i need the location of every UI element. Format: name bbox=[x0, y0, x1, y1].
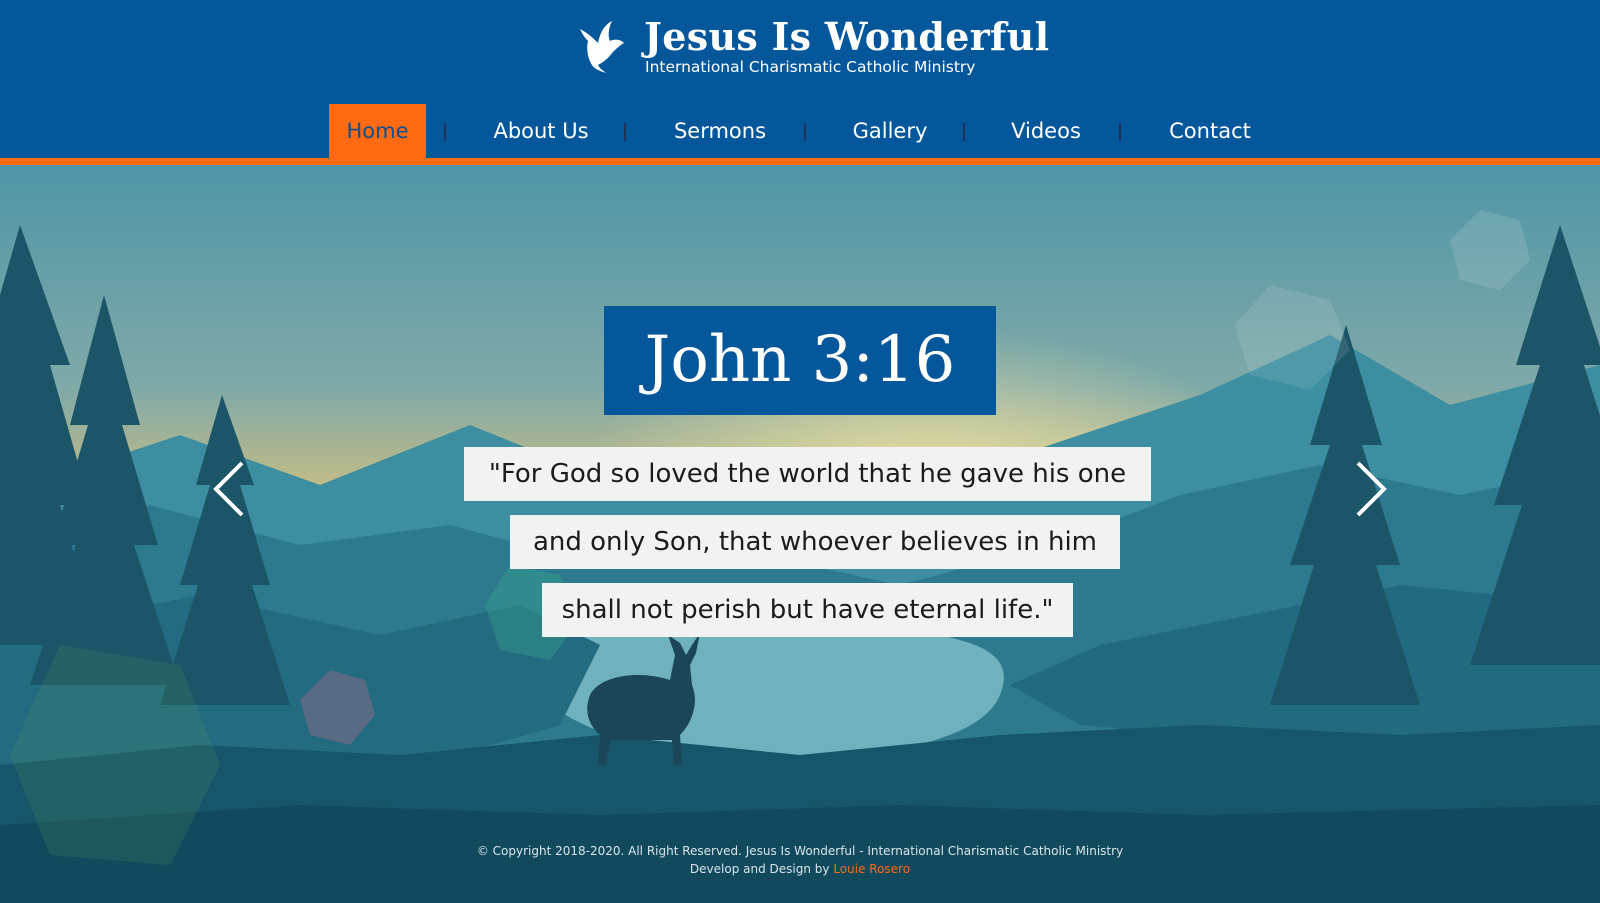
credit-prefix: Develop and Design by bbox=[689, 862, 830, 876]
verse-line: shall not perish but have eternal life." bbox=[542, 583, 1073, 637]
verse-line: "For God so loved the world that he gave… bbox=[464, 447, 1151, 501]
chevron-right-icon[interactable] bbox=[1354, 461, 1388, 517]
nav-about-us[interactable]: About Us bbox=[480, 104, 602, 158]
verse-reference: John 3:16 bbox=[604, 306, 996, 415]
nav-videos[interactable]: Videos bbox=[998, 104, 1094, 158]
verse-line: and only Son, that whoever believes in h… bbox=[510, 515, 1120, 569]
nav-divider bbox=[963, 123, 965, 141]
nav-divider bbox=[1119, 123, 1121, 141]
nav-sermons[interactable]: Sermons bbox=[662, 104, 778, 158]
site-subtitle: International Charismatic Catholic Minis… bbox=[645, 58, 976, 76]
author-link[interactable]: Louie Rosero bbox=[833, 862, 910, 876]
main-nav: Home About Us Sermons Gallery Videos Con… bbox=[0, 104, 1600, 158]
brand[interactable]: Jesus Is Wonderful International Charism… bbox=[578, 14, 1049, 84]
copyright-text: © Copyright 2018-2020. All Right Reserve… bbox=[476, 844, 1124, 858]
site-footer: © Copyright 2018-2020. All Right Reserve… bbox=[0, 842, 1600, 878]
chevron-left-icon[interactable] bbox=[212, 461, 246, 517]
nav-divider bbox=[624, 123, 626, 141]
nav-divider bbox=[444, 123, 446, 141]
header-accent-bar bbox=[0, 158, 1600, 165]
credit-line: Develop and Design by Louie Rosero bbox=[0, 860, 1600, 878]
nav-contact[interactable]: Contact bbox=[1158, 104, 1262, 158]
dove-icon bbox=[580, 21, 624, 73]
nav-home[interactable]: Home bbox=[329, 104, 426, 158]
nav-divider bbox=[804, 123, 806, 141]
nav-gallery[interactable]: Gallery bbox=[840, 104, 940, 158]
site-title: Jesus Is Wonderful bbox=[644, 14, 1050, 59]
site-header: Jesus Is Wonderful International Charism… bbox=[0, 0, 1600, 160]
